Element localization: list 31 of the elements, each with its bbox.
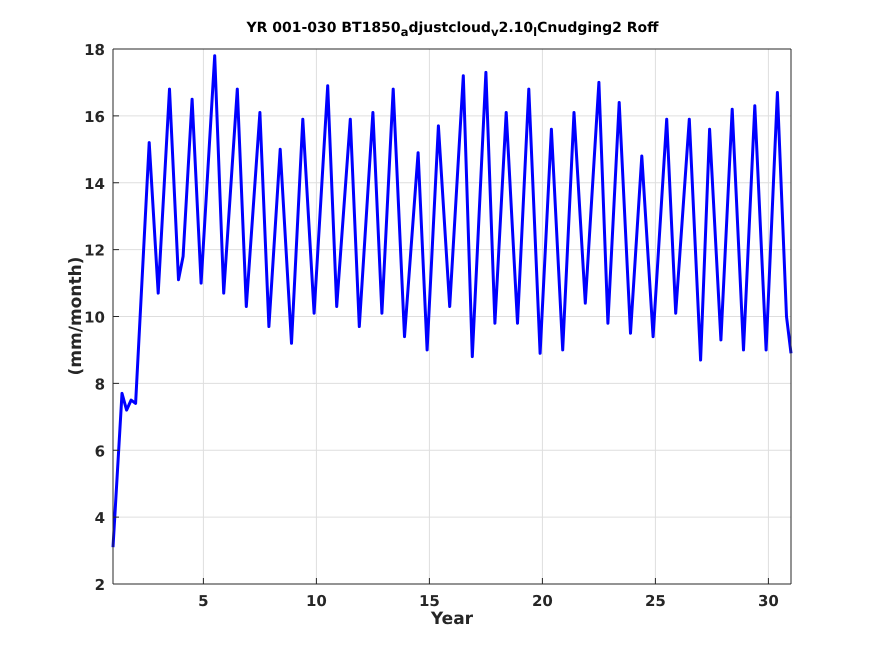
y-tick-label: 2 <box>94 576 105 594</box>
y-tick-label: 14 <box>84 174 105 193</box>
tick-mark <box>202 578 204 584</box>
tick-mark <box>112 115 120 116</box>
y-tick-label: 8 <box>94 375 105 394</box>
x-tick-label: 30 <box>758 592 779 610</box>
y-tick-label: 4 <box>94 509 105 528</box>
tick-mark <box>112 249 120 250</box>
x-tick-label: 5 <box>198 592 209 610</box>
x-tick-label: 20 <box>532 592 553 610</box>
tick-mark <box>112 182 120 184</box>
tick-mark <box>112 516 120 518</box>
x-axis-label: Year <box>430 609 474 629</box>
y-tick-label: 18 <box>84 41 105 59</box>
y-tick-label: 12 <box>84 242 105 260</box>
chart-title: YR 001-030 BT1850$_{a}$djustcloud$_{v}$2.10$_{l}$Cnudging2 Roff <box>246 19 659 41</box>
x-tick-label: 25 <box>644 592 666 610</box>
y-tick-label: 6 <box>94 442 105 460</box>
tick-mark <box>112 316 120 317</box>
tick-mark <box>654 578 656 584</box>
tick-mark <box>112 382 120 384</box>
tick-mark <box>428 578 430 584</box>
y-tick-label: 10 <box>84 308 105 326</box>
tick-mark <box>316 578 317 584</box>
y-axis-label: (mm/month) <box>66 256 86 376</box>
y-tick-label: 16 <box>84 108 105 126</box>
x-tick-label: 15 <box>418 592 440 610</box>
tick-mark <box>768 578 769 584</box>
tick-mark <box>112 450 120 451</box>
x-tick-label: 10 <box>306 592 327 610</box>
tick-mark <box>542 578 543 584</box>
